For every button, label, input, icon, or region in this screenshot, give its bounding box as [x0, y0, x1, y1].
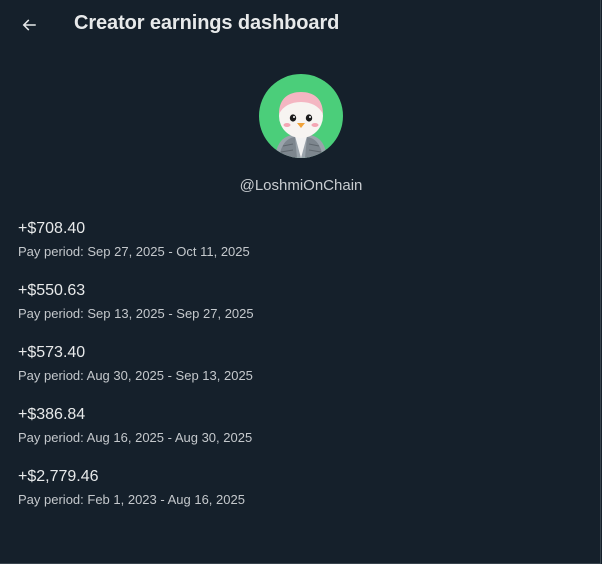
- pay-period: Pay period: Sep 27, 2025 - Oct 11, 2025: [18, 244, 250, 259]
- list-item: +$386.84 Pay period: Aug 16, 2025 - Aug …: [18, 405, 578, 467]
- payout-amount: +$550.63: [18, 282, 86, 299]
- list-item: +$550.63 Pay period: Sep 13, 2025 - Sep …: [18, 281, 578, 343]
- payout-amount: +$708.40: [18, 220, 86, 237]
- page-header: Creator earnings dashboard: [0, 0, 600, 50]
- avatar[interactable]: [259, 74, 343, 158]
- list-item: +$2,779.46 Pay period: Feb 1, 2023 - Aug…: [18, 467, 578, 529]
- pay-period: Pay period: Aug 16, 2025 - Aug 30, 2025: [18, 430, 253, 445]
- list-item: +$708.40 Pay period: Sep 27, 2025 - Oct …: [18, 219, 578, 281]
- user-handle[interactable]: @LoshmiOnChain: [0, 177, 602, 194]
- arrow-left-icon: [20, 16, 38, 34]
- page-title: Creator earnings dashboard: [74, 12, 340, 34]
- payout-amount: +$573.40: [18, 344, 86, 361]
- earnings-list: +$708.40 Pay period: Sep 27, 2025 - Oct …: [18, 219, 578, 529]
- back-button[interactable]: [12, 8, 46, 42]
- profile-section: @LoshmiOnChain: [0, 74, 602, 194]
- list-item: +$573.40 Pay period: Aug 30, 2025 - Sep …: [18, 343, 578, 405]
- dashboard-frame: Creator earnings dashboard @LoshmiOnChai…: [0, 0, 601, 564]
- payout-amount: +$2,779.46: [18, 468, 99, 485]
- pay-period: Pay period: Feb 1, 2023 - Aug 16, 2025: [18, 492, 245, 507]
- pay-period: Pay period: Aug 30, 2025 - Sep 13, 2025: [18, 368, 253, 383]
- payout-amount: +$386.84: [18, 406, 86, 423]
- pay-period: Pay period: Sep 13, 2025 - Sep 27, 2025: [18, 306, 254, 321]
